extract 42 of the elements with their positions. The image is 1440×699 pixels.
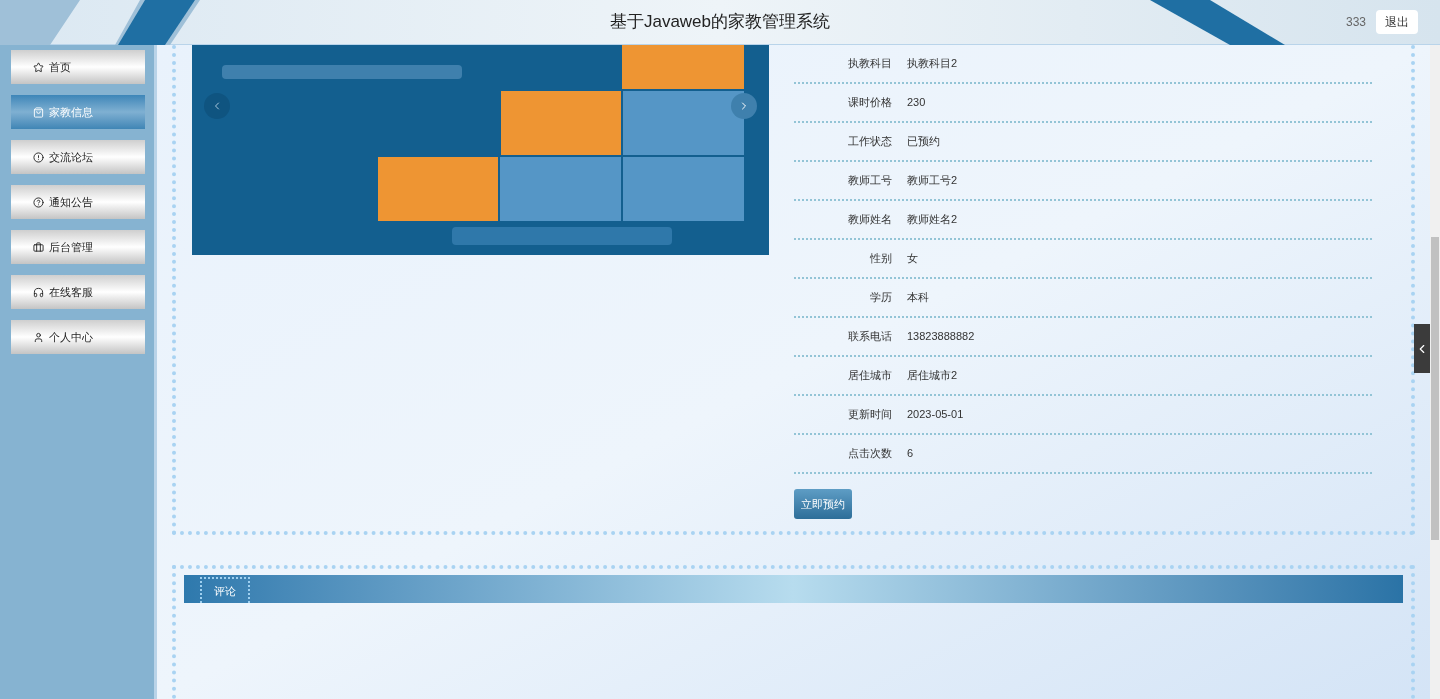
field-label: 点击次数 <box>847 446 892 462</box>
field-label: 教师工号 <box>847 173 892 189</box>
book-button[interactable]: 立即预约 <box>794 489 852 519</box>
scrollbar-thumb[interactable] <box>1431 237 1439 540</box>
briefcase-icon <box>33 241 44 253</box>
side-drawer-toggle[interactable] <box>1414 324 1430 373</box>
field-value: 本科 <box>907 290 929 306</box>
nav-item[interactable]: 后台管理 <box>11 230 145 264</box>
site-title: 基于Javaweb的家教管理系统 <box>609 11 831 34</box>
field-value: 教师姓名2 <box>907 212 958 228</box>
nav-item[interactable]: 个人中心 <box>11 320 145 354</box>
field-value: 13823888882 <box>907 329 975 345</box>
field-value: 执教科目2 <box>907 56 958 72</box>
field-label: 执教科目 <box>847 56 892 72</box>
field-label: 性别 <box>869 251 892 267</box>
nav-item[interactable]: 交流论坛 <box>11 140 145 174</box>
nav-item[interactable]: 通知公告 <box>11 185 145 219</box>
user-icon <box>33 331 44 343</box>
star-icon <box>33 61 44 73</box>
field-label: 联系电话 <box>847 329 892 345</box>
alert-icon <box>33 151 44 163</box>
field-label: 学历 <box>869 290 892 306</box>
field-label: 居住城市 <box>847 368 892 384</box>
field-label: 课时价格 <box>847 95 892 111</box>
field-value: 230 <box>907 95 926 111</box>
field-value: 居住城市2 <box>907 368 958 384</box>
comments-tab[interactable]: 评论 <box>200 577 250 603</box>
logout-button[interactable]: 退出 <box>1376 10 1418 34</box>
field-label: 工作状态 <box>847 134 892 150</box>
field-value: 2023-05-01 <box>907 407 964 423</box>
bag-icon <box>33 106 44 118</box>
field-value: 已预约 <box>907 134 940 150</box>
nav-item[interactable]: 首页 <box>11 50 145 84</box>
field-value: 女 <box>907 251 918 267</box>
field-value: 6 <box>907 446 914 462</box>
field-value: 教师工号2 <box>907 173 958 189</box>
help-icon <box>33 196 44 208</box>
username: 333 <box>1345 14 1366 31</box>
field-label: 更新时间 <box>847 407 892 423</box>
field-label: 教师姓名 <box>847 212 892 228</box>
nav-item[interactable]: 在线客服 <box>11 275 145 309</box>
headset-icon <box>33 286 44 298</box>
